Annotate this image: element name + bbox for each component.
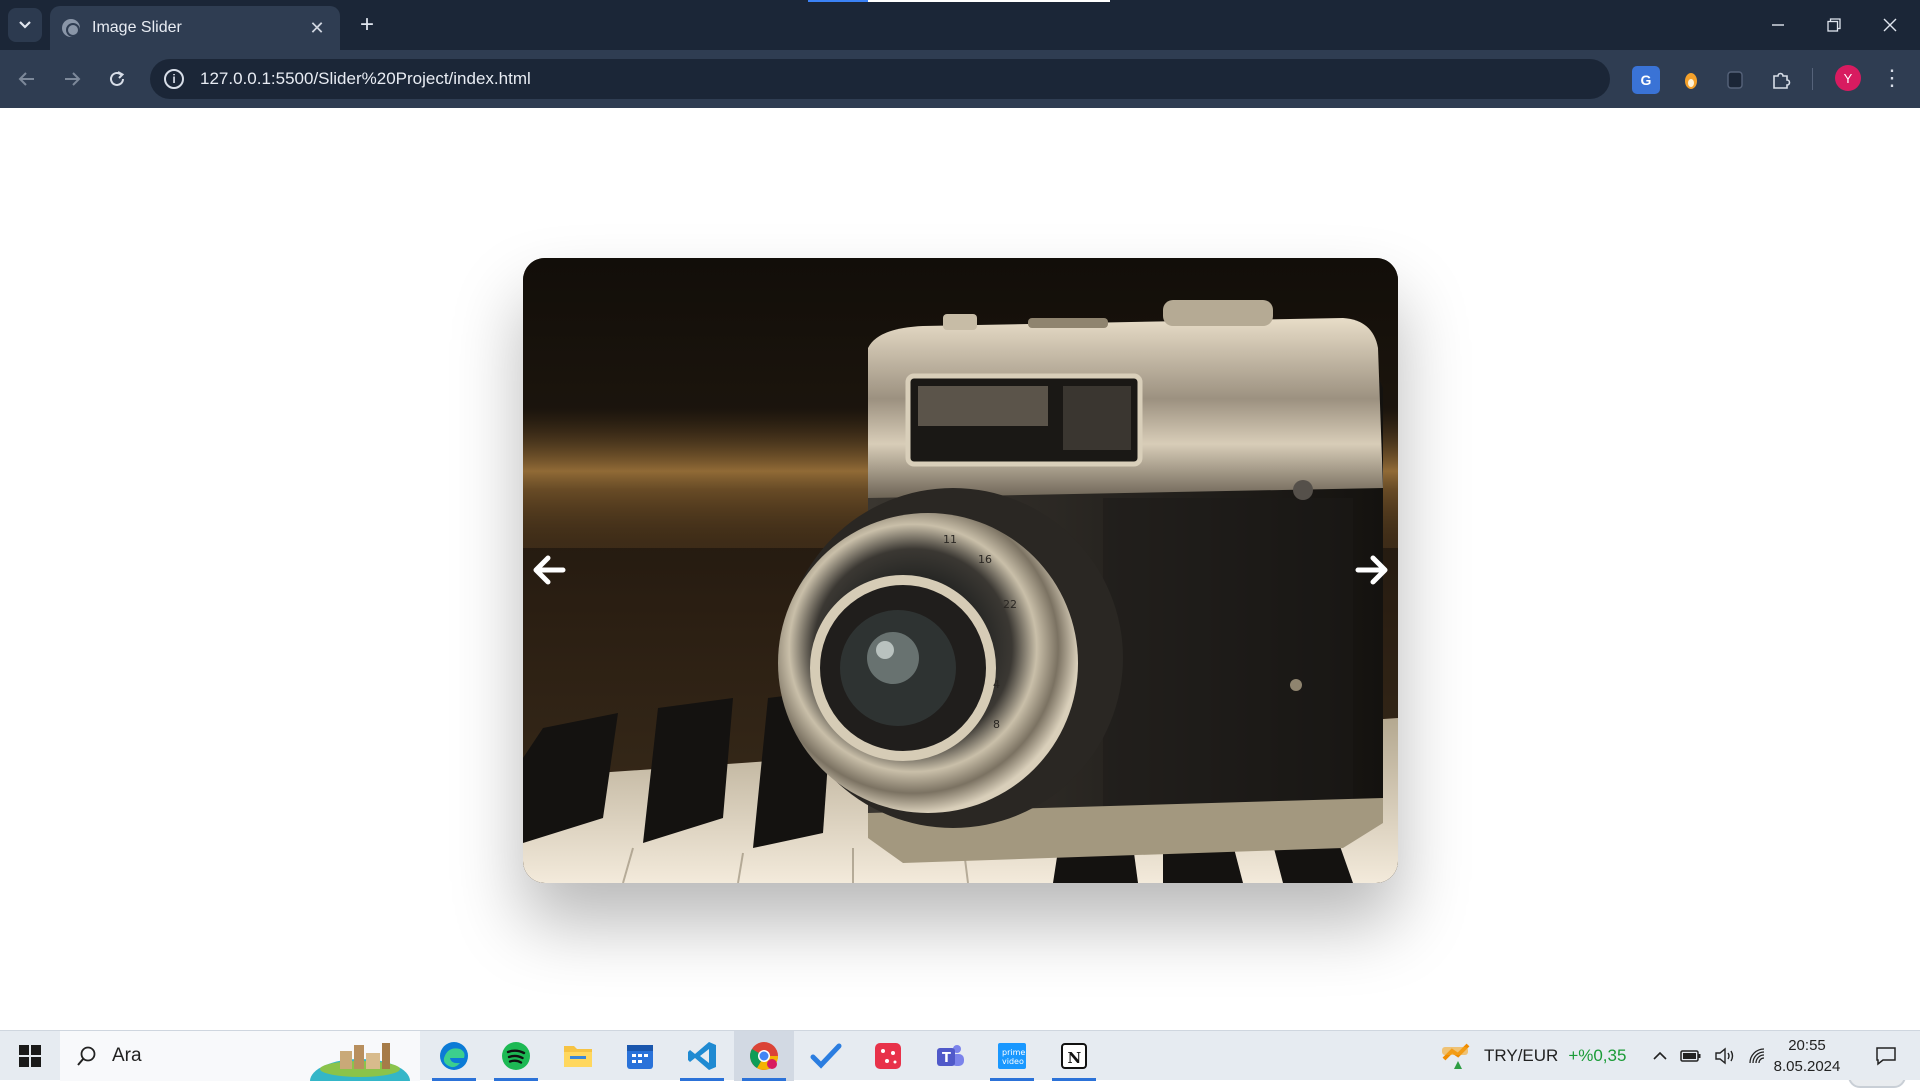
ticker-change: +%0,35 <box>1568 1046 1627 1065</box>
globe-icon <box>62 19 80 37</box>
svg-text:prime: prime <box>1002 1048 1025 1057</box>
clock-date: 8.05.2024 <box>1773 1058 1841 1075</box>
url-text: 127.0.0.1:5500/Slider%20Project/index.ht… <box>200 69 531 88</box>
extensions-puzzle-icon[interactable] <box>1767 66 1795 94</box>
fox-extension-icon[interactable] <box>1677 66 1705 94</box>
notion-icon: N <box>1061 1043 1087 1069</box>
arrow-left-icon <box>533 555 566 585</box>
taskbar-todo[interactable] <box>796 1031 856 1081</box>
slide-image: 11 16 22 4 8 <box>523 258 1398 883</box>
start-button[interactable] <box>0 1031 60 1081</box>
search-icon <box>77 1046 96 1066</box>
svg-text:22: 22 <box>1003 598 1017 611</box>
browser-tab-bar: Image Slider ✕ + <box>0 0 1920 50</box>
windows-taskbar: Ara T prime video N TRY/EUR +%0,35 20:55… <box>0 1030 1920 1081</box>
taskbar-notion[interactable]: N <box>1044 1031 1104 1081</box>
svg-text:16: 16 <box>978 553 992 566</box>
currency-widget[interactable]: TRY/EUR +%0,35 <box>1440 1031 1626 1081</box>
google-translate-extension-icon[interactable]: G <box>1632 66 1660 94</box>
notification-icon <box>1876 1047 1896 1066</box>
svg-text:video: video <box>1002 1057 1024 1066</box>
reload-button[interactable] <box>100 62 134 96</box>
vscode-icon <box>688 1042 716 1070</box>
web-page: 11 16 22 4 8 <box>0 108 1920 1088</box>
address-bar[interactable]: i 127.0.0.1:5500/Slider%20Project/index.… <box>150 59 1610 99</box>
close-tab-icon[interactable]: ✕ <box>306 18 328 39</box>
spotify-icon <box>502 1042 530 1070</box>
arrow-left-icon <box>18 72 34 86</box>
image-slider: 11 16 22 4 8 <box>523 258 1398 883</box>
slider-prev-button[interactable] <box>527 548 571 592</box>
back-button[interactable] <box>10 62 44 96</box>
browser-menu-icon[interactable]: ⋮ <box>1880 62 1904 94</box>
taskbar-search[interactable]: Ara <box>60 1031 420 1081</box>
restore-button[interactable] <box>1806 0 1862 50</box>
chevron-up-icon[interactable] <box>1652 1048 1668 1064</box>
volume-icon[interactable] <box>1714 1047 1736 1065</box>
teams-icon: T <box>937 1045 964 1066</box>
svg-text:T: T <box>942 1051 951 1066</box>
taskbar-calendar[interactable] <box>610 1031 670 1081</box>
dark-extension-icon[interactable] <box>1721 66 1749 94</box>
profile-avatar[interactable]: Y <box>1835 65 1861 91</box>
calendar-icon <box>627 1045 653 1069</box>
loading-bar <box>808 0 1110 2</box>
notification-center-button[interactable] <box>1866 1031 1906 1081</box>
taskbar-spotify[interactable] <box>486 1031 546 1081</box>
slider-next-button[interactable] <box>1350 548 1394 592</box>
arrow-right-icon <box>65 72 81 86</box>
svg-text:8: 8 <box>993 718 1000 731</box>
taskbar-prime-video[interactable]: prime video <box>982 1031 1042 1081</box>
tab-title: Image Slider <box>92 19 182 36</box>
search-placeholder: Ara <box>112 1045 142 1066</box>
new-tab-button[interactable]: + <box>352 10 382 40</box>
chrome-icon <box>750 1042 778 1070</box>
browser-tab[interactable]: Image Slider ✕ <box>50 6 340 50</box>
windows-logo-icon <box>19 1045 41 1067</box>
chevron-down-icon <box>19 21 31 29</box>
edge-icon <box>440 1042 468 1070</box>
svg-text:4: 4 <box>993 678 1000 691</box>
reload-icon <box>110 71 125 86</box>
clock-time: 20:55 <box>1788 1037 1826 1054</box>
minimize-button[interactable] <box>1750 0 1806 50</box>
close-icon <box>1883 18 1897 32</box>
restore-icon <box>1827 18 1841 32</box>
system-tray <box>1652 1031 1768 1081</box>
tab-search-button[interactable] <box>8 8 42 42</box>
close-window-button[interactable] <box>1862 0 1918 50</box>
forward-button[interactable] <box>55 62 89 96</box>
arrow-right-icon <box>1355 555 1388 585</box>
taskbar-vscode[interactable] <box>672 1031 732 1081</box>
taskbar-clock[interactable]: 20:55 8.05.2024 <box>1762 1035 1852 1077</box>
search-highlight-illustration-icon <box>310 1043 410 1081</box>
checkmark-icon <box>810 1043 842 1069</box>
taskbar-edge[interactable] <box>424 1031 484 1081</box>
folder-icon <box>564 1046 592 1067</box>
minimize-icon <box>1772 24 1784 26</box>
svg-text:11: 11 <box>943 533 957 546</box>
svg-text:N: N <box>1068 1049 1082 1067</box>
taskbar-red-app[interactable] <box>858 1031 918 1081</box>
prime-video-icon: primevideo <box>998 1043 1026 1069</box>
toolbar-divider <box>1812 68 1813 90</box>
taskbar-chrome[interactable] <box>734 1031 794 1081</box>
currency-chart-icon <box>1442 1043 1470 1069</box>
ticker-label: TRY/EUR <box>1484 1046 1559 1065</box>
site-info-icon[interactable]: i <box>164 69 184 89</box>
taskbar-file-explorer[interactable] <box>548 1031 608 1081</box>
app-red-icon <box>875 1043 901 1069</box>
taskbar-teams[interactable]: T <box>920 1031 980 1081</box>
battery-icon[interactable] <box>1680 1048 1702 1064</box>
